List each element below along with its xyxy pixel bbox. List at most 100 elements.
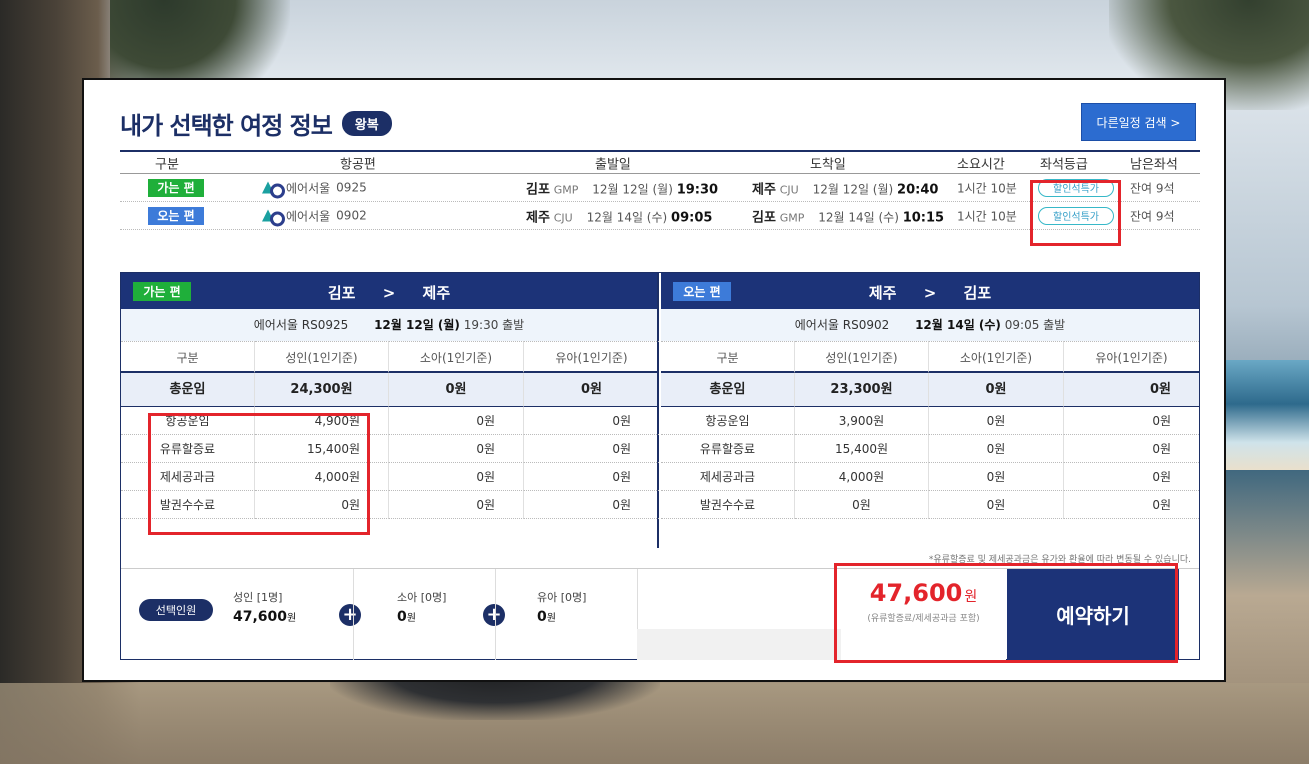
outbound-fare-header: 가는 편 김포 > 제주 [121, 273, 657, 309]
fare-total-row: 총운임 23,300원 0원 0원 [661, 373, 1199, 407]
child-count: 소아 [0명] 0원 [397, 589, 446, 625]
arrival-code: GMP [779, 211, 805, 224]
fare-header-type: 구분 [121, 341, 255, 373]
outbound-badge: 가는 편 [148, 178, 204, 197]
fare-header-adult: 성인(1인기준) [255, 341, 389, 373]
summary-header-type: 구분 [155, 157, 179, 172]
fare-item-child: 0원 [389, 491, 524, 519]
outbound-duration: 1시간 10분 [957, 181, 1017, 195]
fare-total-adult: 24,300원 [255, 373, 389, 407]
fare-item-label: 유류할증료 [661, 435, 795, 463]
route-to: 김포 [963, 284, 992, 302]
fare-item-child: 0원 [929, 435, 1064, 463]
fare-total-label: 총운임 [121, 373, 255, 407]
fare-item-child: 0원 [929, 463, 1064, 491]
departure-code: GMP [553, 183, 579, 196]
outbound-seats-left: 잔여 9석 [1130, 181, 1175, 195]
other-schedule-search-button[interactable]: 다른일정 검색 > [1081, 103, 1196, 141]
flight-code: RS0902 [842, 318, 890, 332]
adult-count: 성인 [1명] 47,600원 [233, 589, 296, 625]
arrival-time: 10:15 [902, 210, 945, 225]
airline-name: 에어서울 [286, 209, 331, 223]
route-to: 제주 [422, 284, 451, 302]
add-child-button[interactable]: + [483, 604, 505, 626]
departure-code: CJU [553, 211, 573, 224]
fare-item-infant: 0원 [524, 491, 659, 519]
infant-title: 유아 [0명] [537, 591, 587, 604]
pax-divider [495, 569, 496, 660]
fare-header-child: 소아(1인기준) [929, 341, 1064, 373]
fare-item-infant: 0원 [524, 435, 659, 463]
fare-item-child: 0원 [929, 491, 1064, 519]
fare-item-infant: 0원 [1064, 407, 1199, 435]
fare-item-row: 발권수수료 0원 0원 0원 [661, 491, 1199, 519]
arrival-date: 12월 14일 (수) [818, 210, 899, 224]
airline-name: 에어서울 [286, 181, 331, 195]
fare-header-adult: 성인(1인기준) [795, 341, 929, 373]
fare-breakdown-highlight-box [148, 413, 370, 535]
fare-total-infant: 0원 [1064, 373, 1199, 407]
summary-header-seat-class: 좌석등급 [1040, 157, 1088, 172]
inbound-airline: 에어서울 0902 [262, 207, 367, 227]
fare-item-infant: 0원 [1064, 491, 1199, 519]
fare-item-adult: 4,000원 [795, 463, 929, 491]
airline-logo-icon [262, 209, 285, 227]
fare-item-child: 0원 [389, 407, 524, 435]
departure-time: 09:05 [671, 210, 713, 225]
total-reserve-highlight-box [834, 563, 1178, 663]
adult-amount-value: 47,600 [233, 609, 288, 625]
inbound-badge: 오는 편 [148, 206, 204, 225]
fare-item-label: 발권수수료 [661, 491, 795, 519]
add-adult-button[interactable]: + [339, 604, 361, 626]
departure-time: 19:30 [676, 182, 719, 197]
fare-header-infant: 유아(1인기준) [524, 341, 659, 373]
summary-header-flight: 항공편 [340, 157, 376, 172]
fare-total-child: 0원 [929, 373, 1064, 407]
adult-amount: 47,600원 [233, 609, 296, 625]
departure-city: 제주 [526, 210, 550, 225]
summary-header-arrival: 도착일 [810, 157, 846, 172]
fare-item-adult: 3,900원 [795, 407, 929, 435]
outbound-airline: 에어서울 0925 [262, 179, 367, 199]
arrival-time: 20:40 [897, 182, 939, 197]
fare-item-infant: 0원 [1064, 463, 1199, 491]
flight-airline: 에어서울 [253, 318, 298, 332]
background-sea [1226, 360, 1309, 470]
flight-departure: 09:05 출발 [1004, 318, 1066, 332]
fare-item-child: 0원 [389, 463, 524, 491]
trip-type-badge: 왕복 [341, 111, 392, 136]
summary-header-departure: 출발일 [595, 157, 631, 172]
page-title: 내가 선택한 여정 정보 [120, 112, 333, 140]
arrival-city: 제주 [752, 182, 776, 197]
summary-header-seats-left: 남은좌석 [1130, 157, 1178, 172]
fare-item-adult: 15,400원 [795, 435, 929, 463]
flight-date: 12월 14일 (수) [915, 318, 1001, 332]
fare-item-child: 0원 [929, 407, 1064, 435]
fare-item-infant: 0원 [1064, 435, 1199, 463]
fare-column-headers: 구분 성인(1인기준) 소아(1인기준) 유아(1인기준) [121, 341, 659, 373]
flight-code: RS0925 [301, 318, 349, 332]
flight-date: 12월 12일 (월) [374, 318, 460, 332]
outbound-route: 김포 > 제주 [121, 282, 657, 303]
departure-city: 김포 [526, 182, 550, 197]
airline-logo-icon [262, 181, 285, 199]
pax-divider [353, 569, 354, 660]
summary-header-row: 구분 항공편 출발일 도착일 소요시간 좌석등급 남은좌석 [120, 152, 1200, 174]
child-amount-unit: 원 [406, 613, 416, 624]
itinerary-card: 내가 선택한 여정 정보 왕복 다른일정 검색 > 구분 항공편 출발일 도착일… [82, 78, 1226, 682]
fare-item-child: 0원 [389, 435, 524, 463]
arrival-date: 12월 12일 (월) [812, 182, 894, 196]
flight-departure: 19:30 출발 [463, 318, 525, 332]
fare-item-infant: 0원 [524, 463, 659, 491]
inbound-arrival: 김포 GMP 12월 14일 (수) 10:15 [752, 206, 944, 225]
fare-total-child: 0원 [389, 373, 524, 407]
fare-header-type: 구분 [661, 341, 795, 373]
outbound-departure: 김포 GMP 12월 12일 (월) 19:30 [526, 178, 718, 197]
fare-total-label: 총운임 [661, 373, 795, 407]
child-title: 소아 [0명] [397, 591, 447, 604]
fare-total-adult: 23,300원 [795, 373, 929, 407]
infant-amount-value: 0 [537, 609, 547, 625]
infant-amount-unit: 원 [546, 613, 556, 624]
fare-item-adult: 0원 [795, 491, 929, 519]
infant-count: 유아 [0명] 0원 [537, 589, 586, 625]
